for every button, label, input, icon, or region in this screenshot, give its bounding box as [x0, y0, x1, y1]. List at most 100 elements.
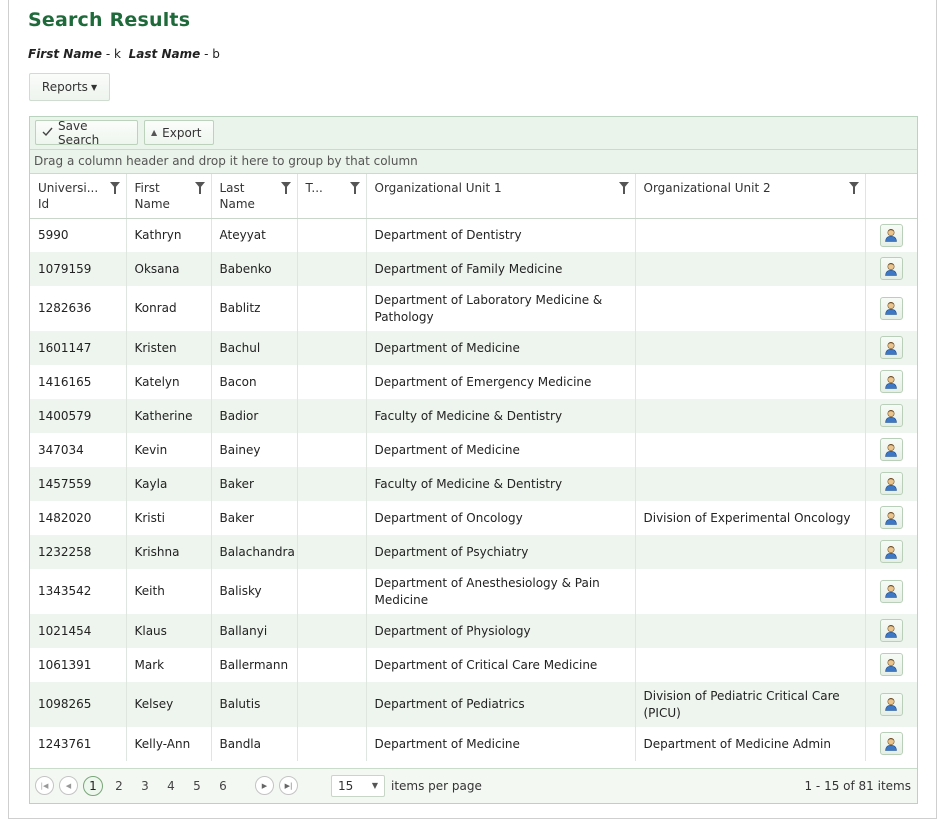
cell-org2 — [635, 218, 866, 252]
cell-id: 347034 — [30, 433, 127, 467]
page-size-select[interactable]: 15 ▼ — [331, 775, 385, 797]
caret-down-icon: ▼ — [90, 82, 98, 92]
cell-t — [297, 501, 367, 535]
cell-org2 — [635, 648, 866, 682]
view-person-button[interactable] — [879, 506, 903, 530]
cell-t — [297, 433, 367, 467]
table-row[interactable]: 1416165 Katelyn Bacon Department of Emergen… — [30, 365, 917, 399]
cell-actions — [865, 535, 917, 569]
filter-icon[interactable] — [109, 182, 120, 194]
page-number-4[interactable]: 4 — [161, 776, 181, 796]
cell-id: 1457559 — [30, 467, 127, 501]
export-button[interactable]: ▲ Export — [144, 120, 214, 145]
first-page-button[interactable]: |◀ — [35, 776, 54, 795]
last-page-button[interactable]: ▶| — [279, 776, 298, 795]
page-number-1[interactable]: 1 — [83, 776, 103, 796]
pager: |◀ ◀ 123456 ▶ ▶| 15 ▼ items per page 1 -… — [30, 768, 917, 803]
cell-t — [297, 331, 367, 365]
cell-actions — [865, 467, 917, 501]
cell-last: Bacon — [211, 365, 298, 399]
column-header-id[interactable]: Universi... Id — [30, 174, 127, 219]
filter-icon[interactable] — [349, 182, 360, 194]
filter-icon[interactable] — [194, 182, 205, 194]
page-number-6[interactable]: 6 — [213, 776, 233, 796]
table-row[interactable]: 1482020 Kristi Baker Department of Oncology… — [30, 501, 917, 535]
view-person-button[interactable] — [879, 404, 903, 428]
save-search-label: Save Search — [58, 118, 100, 147]
view-person-button[interactable] — [879, 619, 903, 643]
cell-org1: Department of Medicine — [366, 331, 636, 365]
view-person-button[interactable] — [879, 336, 903, 360]
page-number-2[interactable]: 2 — [109, 776, 129, 796]
cell-last: Balutis — [211, 682, 298, 727]
next-page-button[interactable]: ▶ — [255, 776, 274, 795]
cell-t — [297, 467, 367, 501]
table-row[interactable]: 1343542 Keith Balisky Department of Anesthe… — [30, 569, 917, 614]
export-label: Export — [162, 125, 202, 140]
column-header-t[interactable]: T... — [297, 174, 367, 219]
column-header-first[interactable]: First Name — [126, 174, 212, 219]
page-number-5[interactable]: 5 — [187, 776, 207, 796]
cell-first: Krishna — [126, 535, 212, 569]
person-icon — [885, 511, 898, 525]
pager-info: 1 - 15 of 81 items — [804, 779, 911, 793]
cell-org1: Faculty of Medicine & Dentistry — [366, 399, 636, 433]
cell-id: 1061391 — [30, 648, 127, 682]
cell-actions — [865, 218, 917, 252]
cell-t — [297, 727, 367, 761]
view-person-button[interactable] — [879, 732, 903, 756]
reports-label: Reports — [41, 80, 88, 94]
view-person-button[interactable] — [879, 296, 903, 320]
table-row[interactable]: 1079159 Oksana Babenko Department of Family… — [30, 252, 917, 286]
cell-last: Ballanyi — [211, 614, 298, 648]
results-grid: Save Search ▲ Export Drag a column heade… — [29, 116, 918, 804]
view-person-button[interactable] — [879, 692, 903, 716]
view-person-button[interactable] — [879, 579, 903, 603]
view-person-button[interactable] — [879, 257, 903, 281]
table-row[interactable]: 1232258 Krishna Balachandra Department of P… — [30, 535, 917, 569]
table-row[interactable]: 1457559 Kayla Baker Faculty of Medicine & D… — [30, 467, 917, 501]
cell-id: 1400579 — [30, 399, 127, 433]
cell-first: Katherine — [126, 399, 212, 433]
table-row[interactable]: 1021454 Klaus Ballanyi Department of Physio… — [30, 614, 917, 648]
cell-id: 1079159 — [30, 252, 127, 286]
filter-icon[interactable] — [280, 182, 291, 194]
view-person-button[interactable] — [879, 223, 903, 247]
column-header-last[interactable]: Last Name — [211, 174, 298, 219]
cell-last: Baker — [211, 467, 298, 501]
table-row[interactable]: 1601147 Kristen Bachul Department of Medici… — [30, 331, 917, 365]
table-row[interactable]: 1400579 Katherine Badior Faculty of Medicin… — [30, 399, 917, 433]
table-row[interactable]: 1282636 Konrad Bablitz Department of Labora… — [30, 286, 917, 331]
column-header-label: Universi... Id — [38, 181, 99, 211]
dropdown-arrow-icon: ▼ — [371, 781, 378, 790]
view-person-button[interactable] — [879, 472, 903, 496]
table-row[interactable]: 5990 Kathryn Ateyyat Department of Dentistr… — [30, 218, 917, 252]
view-person-button[interactable] — [879, 540, 903, 564]
group-by-drop-area[interactable]: Drag a column header and drop it here to… — [30, 150, 917, 174]
page-number-3[interactable]: 3 — [135, 776, 155, 796]
filter-icon[interactable] — [848, 182, 859, 194]
view-person-button[interactable] — [879, 438, 903, 462]
reports-button[interactable]: Reports ▼ — [29, 73, 110, 101]
table-row[interactable]: 1243761 Kelly-Ann Bandla Department of Medi… — [30, 727, 917, 761]
save-search-button[interactable]: Save Search — [35, 118, 138, 147]
results-table: Universi... Id First Name Last Name T... Org… — [30, 174, 917, 761]
table-row[interactable]: 1061391 Mark Ballermann Department of Criti… — [30, 648, 917, 682]
view-person-button[interactable] — [879, 370, 903, 394]
cell-actions — [865, 252, 917, 286]
person-icon — [885, 737, 898, 751]
cell-first: Klaus — [126, 614, 212, 648]
cell-last: Balisky — [211, 569, 298, 614]
person-icon — [885, 545, 898, 559]
previous-page-button[interactable]: ◀ — [59, 776, 78, 795]
column-header-org2[interactable]: Organizational Unit 2 — [635, 174, 866, 219]
cell-first: Mark — [126, 648, 212, 682]
column-header-org1[interactable]: Organizational Unit 1 — [366, 174, 636, 219]
cell-last: Ateyyat — [211, 218, 298, 252]
view-person-button[interactable] — [879, 653, 903, 677]
cell-id: 1416165 — [30, 365, 127, 399]
cell-id: 1098265 — [30, 682, 127, 727]
filter-icon[interactable] — [618, 182, 629, 194]
table-row[interactable]: 1098265 Kelsey Balutis Department of Pediat… — [30, 682, 917, 727]
table-row[interactable]: 347034 Kevin Bainey Department of Medicine — [30, 433, 917, 467]
